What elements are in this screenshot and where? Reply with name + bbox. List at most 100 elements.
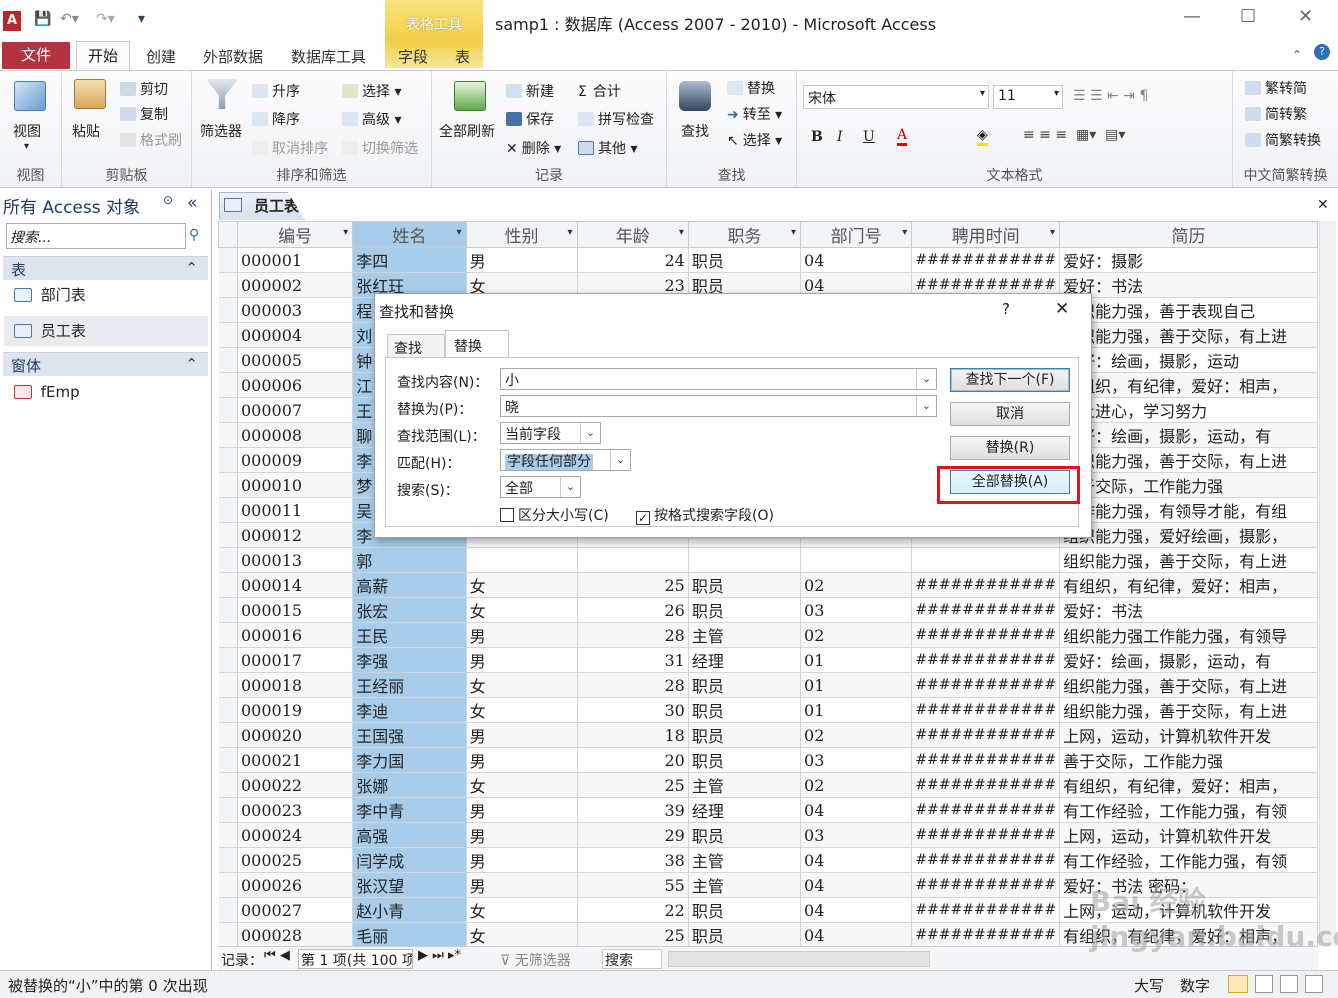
- select-all[interactable]: [218, 221, 238, 248]
- table-cell[interactable]: 王民: [352, 622, 467, 648]
- row-selector[interactable]: [218, 822, 238, 848]
- search-icon[interactable]: ⚲: [189, 227, 199, 243]
- table-cell[interactable]: 爱好：书法: [1059, 272, 1318, 298]
- table-cell[interactable]: 000001: [237, 247, 354, 273]
- trad-to-simp-button[interactable]: 繁转简: [1245, 78, 1307, 98]
- table-row[interactable]: 000017 李强男 31 经理 01 ############ 爱好：绘画，摄影，运动，有: [218, 647, 1318, 673]
- table-cell[interactable]: 女: [466, 597, 578, 623]
- paste-button[interactable]: 粘贴: [72, 121, 100, 141]
- search-direction-select[interactable]: 全部 ⌄: [500, 476, 581, 498]
- nav-collapse-icon[interactable]: «: [187, 193, 197, 213]
- table-cell[interactable]: 000011: [237, 497, 354, 523]
- row-selector[interactable]: [218, 522, 238, 548]
- filter-status[interactable]: ⊽ 无筛选器: [500, 950, 571, 970]
- minimize-button[interactable]: —: [1183, 6, 1201, 27]
- table-cell[interactable]: 04: [800, 872, 913, 898]
- table-cell[interactable]: 000006: [237, 372, 354, 398]
- table-cell[interactable]: 主管: [688, 622, 802, 648]
- font-color-button[interactable]: A: [897, 127, 908, 146]
- table-cell[interactable]: 25: [577, 572, 689, 598]
- table-cell[interactable]: 000012: [237, 522, 354, 548]
- table-cell[interactable]: 有组织，有纪律，爱好：相声，: [1059, 372, 1318, 398]
- table-cell[interactable]: 有上进心，学习努力: [1059, 397, 1318, 423]
- pivot-view-icon[interactable]: [1255, 975, 1273, 993]
- column-header[interactable]: 职务 ▾: [687, 221, 802, 248]
- table-cell[interactable]: ############: [911, 572, 1061, 598]
- table-cell[interactable]: 男: [466, 822, 578, 848]
- table-cell[interactable]: 04: [800, 847, 913, 873]
- table-cell[interactable]: 组织能力强，善于表现自己: [1059, 297, 1318, 323]
- table-cell[interactable]: 男: [466, 647, 578, 673]
- table-cell[interactable]: 000013: [237, 547, 354, 573]
- row-selector[interactable]: [218, 772, 238, 798]
- chevron-down-icon[interactable]: ⌄: [916, 396, 936, 416]
- table-cell[interactable]: 04: [800, 897, 913, 923]
- table-cell[interactable]: 男: [466, 722, 578, 748]
- format-painter-button[interactable]: 格式刷: [120, 130, 182, 150]
- row-selector[interactable]: [218, 897, 238, 923]
- row-selector[interactable]: [218, 597, 238, 623]
- table-cell[interactable]: 职员: [688, 572, 802, 598]
- row-selector[interactable]: [218, 622, 238, 648]
- row-selector[interactable]: [218, 547, 238, 573]
- table-cell[interactable]: 男: [466, 247, 578, 273]
- table-cell[interactable]: ############: [911, 772, 1061, 798]
- row-selector[interactable]: [218, 847, 238, 873]
- match-select[interactable]: 字段任何部分 ⌄: [500, 449, 631, 471]
- table-cell[interactable]: 王经丽: [352, 672, 467, 698]
- tab-external-data[interactable]: 外部数据: [203, 46, 263, 67]
- table-cell[interactable]: 郭: [352, 547, 467, 573]
- cut-button[interactable]: 剪切: [120, 79, 168, 99]
- row-selector[interactable]: [218, 797, 238, 823]
- column-filter-icon[interactable]: ▾: [568, 227, 573, 238]
- table-row[interactable]: 000020 王国强男 18 职员 02 ############ 上网，运动，计算机软件开…: [218, 722, 1318, 748]
- row-selector[interactable]: [218, 472, 238, 498]
- row-selector[interactable]: [218, 347, 238, 373]
- table-cell[interactable]: 爱好：绘画，摄影，运动: [1059, 347, 1318, 373]
- column-header[interactable]: 编号 ▾: [236, 221, 354, 248]
- table-cell[interactable]: 000003: [237, 297, 354, 323]
- table-cell[interactable]: 女: [466, 672, 578, 698]
- table-cell[interactable]: 女: [466, 922, 578, 946]
- selection-filter-button[interactable]: 选择 ▾: [342, 81, 401, 101]
- table-cell[interactable]: ############: [911, 647, 1061, 673]
- column-filter-icon[interactable]: ▾: [457, 227, 462, 238]
- table-cell[interactable]: 上网，运动，计算机软件开发: [1059, 822, 1318, 848]
- row-selector[interactable]: [218, 872, 238, 898]
- table-cell[interactable]: [466, 547, 578, 573]
- column-filter-icon[interactable]: ▾: [679, 227, 684, 238]
- table-cell[interactable]: 000014: [237, 572, 354, 598]
- nav-header[interactable]: 所有 Access 对象 ⊙ «: [3, 193, 208, 219]
- row-selector[interactable]: [218, 422, 238, 448]
- table-cell[interactable]: 000016: [237, 622, 354, 648]
- new-record-button[interactable]: 新建: [506, 81, 554, 101]
- table-cell[interactable]: 18: [577, 722, 689, 748]
- chart-view-icon[interactable]: [1280, 975, 1298, 993]
- column-header[interactable]: 姓名 ▾: [352, 221, 467, 248]
- table-cell[interactable]: 张汉望: [352, 872, 467, 898]
- table-cell[interactable]: 000021: [237, 747, 354, 773]
- table-cell[interactable]: 职员: [688, 597, 802, 623]
- table-cell[interactable]: [800, 547, 913, 573]
- spelling-button[interactable]: 拼写检查: [578, 109, 654, 129]
- table-cell[interactable]: 赵小青: [352, 897, 467, 923]
- doc-close-icon[interactable]: ✕: [1317, 197, 1329, 213]
- chevron-down-icon[interactable]: ⌄: [916, 369, 936, 389]
- maximize-button[interactable]: ☐: [1240, 6, 1256, 27]
- refresh-all-button[interactable]: 全部刷新: [439, 121, 495, 141]
- table-cell[interactable]: 22: [577, 897, 689, 923]
- table-cell[interactable]: 000020: [237, 722, 354, 748]
- table-cell[interactable]: ############: [911, 247, 1061, 273]
- nav-item-employee-table[interactable]: 员工表: [4, 316, 208, 346]
- table-cell[interactable]: 职员: [688, 747, 802, 773]
- table-cell[interactable]: 01: [800, 697, 913, 723]
- column-header[interactable]: 性别 ▾: [465, 221, 578, 248]
- tab-find[interactable]: 查找: [387, 334, 445, 358]
- table-cell[interactable]: 01: [800, 647, 913, 673]
- table-cell[interactable]: 善于交际，工作能力强: [1059, 747, 1318, 773]
- table-cell[interactable]: 组织能力强，善于交际，有上进: [1059, 447, 1318, 473]
- fill-color-icon[interactable]: ◈: [977, 127, 988, 146]
- search-format-checkbox[interactable]: ✓ 按格式搜索字段(O): [636, 505, 774, 525]
- table-cell[interactable]: 03: [800, 597, 913, 623]
- replace-button-dialog[interactable]: 替换(R): [950, 436, 1070, 460]
